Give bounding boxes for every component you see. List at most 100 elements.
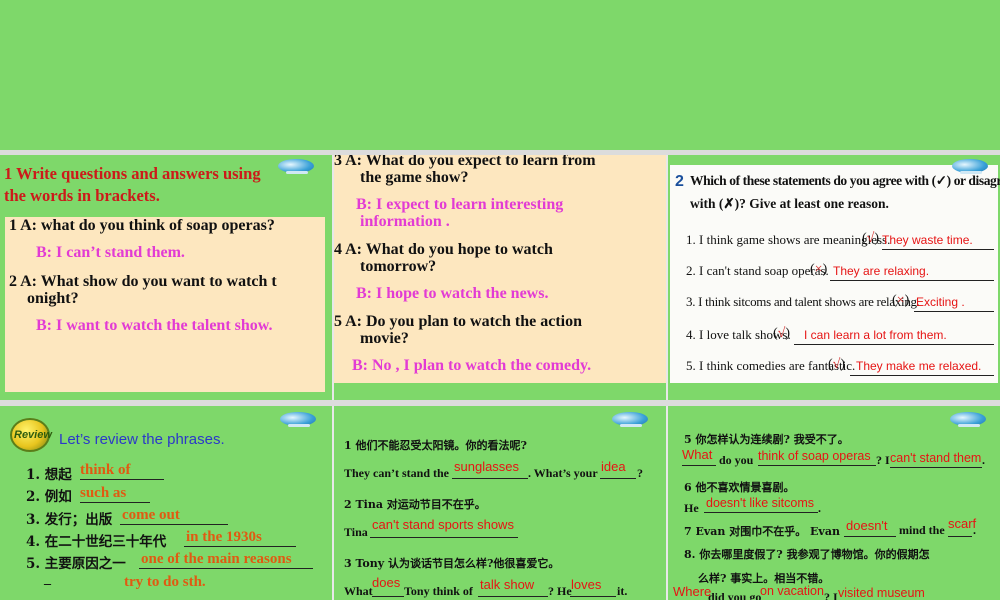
sentence-chinese: 1 他们不能忍受太阳镜。你的看法呢? — [344, 439, 527, 452]
question-text: 3 A: What do you expect to learn from — [334, 155, 596, 169]
question-text: 2 A: What show do you want to watch t — [9, 273, 277, 290]
question-text: 5 A: Do you plan to watch the action — [334, 313, 583, 330]
publisher-logo-icon — [280, 412, 316, 427]
agree-mark: (√) — [828, 357, 846, 372]
slide-translation-1-3: 1 他们不能忍受太阳镜。你的看法呢? They can’t stand the … — [334, 406, 666, 600]
phrase-prompt: 3. 发行；出版 — [26, 512, 113, 528]
sentence-english: it. — [617, 584, 628, 598]
fill-answer: Where — [673, 584, 712, 599]
question-text: 4 A: What do you hope to watch — [334, 241, 553, 258]
publisher-logo-icon — [278, 159, 314, 174]
question-text: tomorrow? — [360, 258, 437, 275]
answer-text: B: I can’t stand them. — [36, 244, 185, 261]
answer-box: 3 A: What do you expect to learn from th… — [334, 155, 666, 383]
fill-answer: can't stand sports shows — [372, 517, 514, 532]
phrase-answer: think of — [80, 462, 131, 478]
fill-answer: on vacation — [760, 584, 824, 598]
answer-underline — [478, 596, 548, 597]
exercise-title: Which of these statements do you agree w… — [690, 173, 1000, 188]
sentence-chinese: 8. 你去哪里度假了? 我参观了博物馆。你的假期怎 — [684, 548, 930, 561]
sentence-chinese: 7 Evan 对围巾不在乎。 Evan — [684, 525, 840, 538]
answer-underline — [794, 344, 994, 345]
review-badge-icon: Review — [10, 418, 52, 452]
sentence-chinese: 2 Tina 对运动节目不在乎。 — [344, 498, 486, 511]
statement-item: 1. I think game shows are meaningless. — [686, 232, 891, 247]
answer-text: B: I want to watch the talent show. — [36, 317, 273, 334]
phrase-prompt: 5. 主要原因之一 — [26, 556, 126, 572]
slide-write-questions: 1 Write questions and answers using the … — [0, 155, 332, 400]
exercise-title: with (✗)? Give at least one reason. — [690, 196, 889, 211]
answer-text: information . — [360, 213, 450, 230]
answer-underline — [184, 546, 296, 547]
exercise-heading: the words in brackets. — [4, 186, 160, 205]
slide-review-phrases: Review Let’s review the phrases. 1. 想起 t… — [0, 406, 332, 600]
answer-underline — [600, 478, 636, 479]
sentence-english: What — [344, 584, 373, 598]
answer-underline — [372, 596, 404, 597]
question-text: onight? — [27, 290, 79, 307]
sentence-english: ? — [637, 466, 643, 480]
sentence-english: ? He — [548, 584, 572, 598]
phrase-prompt: 4. 在二十世纪三十年代 — [26, 534, 167, 550]
answer-underline — [80, 502, 150, 503]
fill-answer: visited museum — [838, 586, 925, 600]
sentence-english: Tony think of — [404, 584, 473, 598]
reason-answer: I can learn a lot from them. — [804, 328, 947, 342]
fill-answer: can't stand them — [890, 451, 982, 465]
sentence-english: mind the — [899, 523, 945, 537]
phrase-prompt: 2. 例如 — [26, 489, 72, 505]
phrase-answer: such as — [80, 485, 127, 501]
reason-answer: They are relaxing. — [833, 264, 930, 278]
answer-text: B: I expect to learn interesting — [356, 196, 564, 213]
answer-underline — [948, 536, 972, 537]
answer-underline — [850, 375, 994, 376]
sentence-english: . — [818, 501, 821, 515]
sentence-english: do you — [719, 453, 754, 467]
publisher-logo-icon — [950, 412, 986, 427]
fill-answer: sunglasses — [454, 459, 520, 474]
answer-underline — [570, 596, 616, 597]
phrase-prompt: 1. 想起 — [26, 467, 72, 483]
answer-text: B: I hope to watch the news. — [356, 285, 549, 302]
answer-underline — [890, 467, 982, 468]
slide-translation-5-8: 5 你怎样认为连续剧? 我受不了。 What do you think of s… — [668, 406, 1000, 600]
fill-answer: think of soap operas — [758, 449, 871, 463]
phrase-answer: in the 1930s — [186, 529, 262, 545]
statement-item: 3. I think sitcoms and talent shows are … — [686, 294, 920, 309]
top-blank-area — [0, 0, 1000, 150]
fill-answer: What — [682, 447, 713, 462]
question-text: the game show? — [360, 169, 469, 186]
slide-questions-3-5: 3 A: What do you expect to learn from th… — [334, 155, 666, 400]
statement-item: 2. I can't stand soap operas. — [686, 263, 829, 278]
answer-underline — [370, 537, 518, 538]
slide-agree-disagree: 2 Which of these statements do you agree… — [668, 155, 1000, 400]
sentence-english: Tina — [344, 525, 368, 539]
sentence-english: . — [973, 523, 976, 537]
sentence-english: ? I — [876, 453, 890, 467]
disagree-mark: (×) — [810, 262, 828, 277]
agree-mark: (√) — [862, 231, 880, 246]
disagree-mark: (×) — [892, 293, 910, 308]
fill-answer: does — [372, 575, 401, 590]
exercise-heading: 1 Write questions and answers using — [4, 164, 261, 183]
exercise-number: 2 — [675, 173, 684, 190]
reason-answer: Exciting . — [916, 295, 965, 309]
sentence-english: He — [684, 501, 699, 515]
phrase-answer: try to do sth. — [124, 574, 206, 590]
sentence-chinese: 3 Tony 认为谈话节目怎么样?他很喜爱它。 — [344, 557, 560, 570]
fill-answer: loves — [571, 577, 602, 592]
question-text: movie? — [360, 330, 409, 347]
answer-underline — [139, 568, 313, 569]
fill-answer: doesn't like sitcoms — [706, 496, 814, 510]
textbook-excerpt: 2 Which of these statements do you agree… — [670, 159, 1000, 383]
sentence-chinese: 5 你怎样认为连续剧? 我受不了。 — [684, 433, 849, 446]
answer-underline — [80, 479, 164, 480]
reason-answer: They waste time. — [882, 233, 973, 247]
fill-answer: idea — [601, 459, 626, 474]
answer-underline — [120, 524, 228, 525]
sentence-english: . What’s your — [528, 466, 598, 480]
publisher-logo-icon — [952, 159, 988, 174]
sentence-english: . — [982, 453, 985, 467]
answer-underline — [758, 465, 876, 466]
phrase-prompt: _ — [44, 572, 51, 587]
